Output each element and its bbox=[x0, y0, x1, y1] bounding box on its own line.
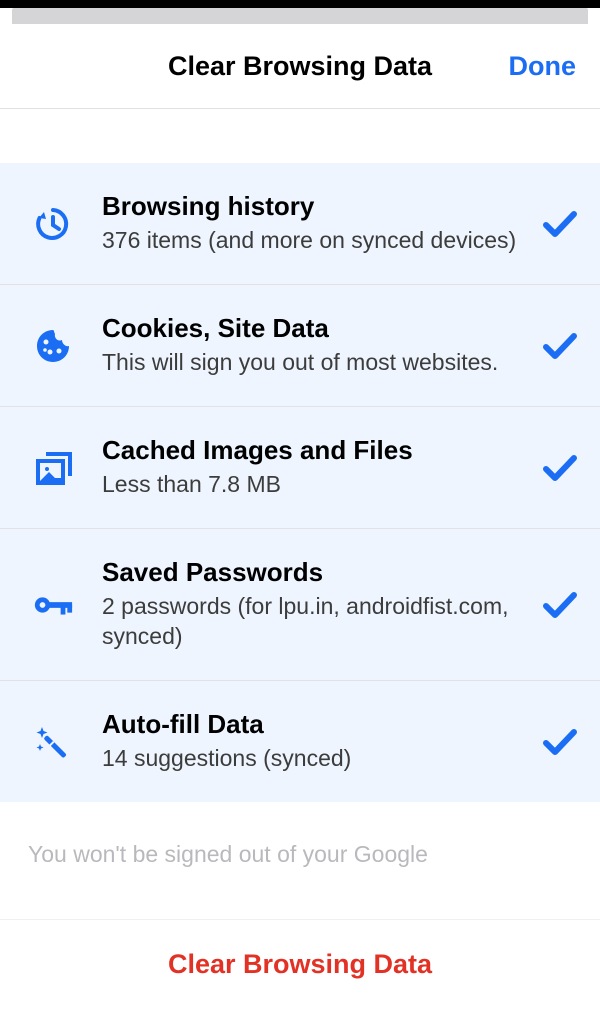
list-item-browsing-history[interactable]: Browsing history 376 items (and more on … bbox=[0, 163, 600, 285]
key-icon bbox=[32, 584, 74, 626]
item-title: Browsing history bbox=[102, 191, 526, 222]
item-subtitle: 2 passwords (for lpu.in, androidfist.com… bbox=[102, 592, 526, 652]
item-subtitle: Less than 7.8 MB bbox=[102, 470, 526, 500]
item-subtitle: This will sign you out of most websites. bbox=[102, 348, 526, 378]
list-item-autofill[interactable]: Auto-fill Data 14 suggestions (synced) bbox=[0, 681, 600, 802]
checkmark-icon bbox=[542, 587, 578, 623]
item-title: Cached Images and Files bbox=[102, 435, 526, 466]
checkmark-icon bbox=[542, 724, 578, 760]
footer-info-text: You won't be signed out of your Google bbox=[0, 802, 600, 870]
bottom-toolbar: Clear Browsing Data bbox=[0, 919, 600, 1009]
item-title: Cookies, Site Data bbox=[102, 313, 526, 344]
list-item-saved-passwords[interactable]: Saved Passwords 2 passwords (for lpu.in,… bbox=[0, 529, 600, 681]
wand-icon bbox=[32, 721, 74, 763]
item-title: Saved Passwords bbox=[102, 557, 526, 588]
checkmark-icon bbox=[542, 328, 578, 364]
list-item-cookies[interactable]: Cookies, Site Data This will sign you ou… bbox=[0, 285, 600, 407]
item-subtitle: 14 suggestions (synced) bbox=[102, 744, 526, 774]
clear-browsing-data-button[interactable]: Clear Browsing Data bbox=[168, 949, 432, 980]
history-icon bbox=[32, 203, 74, 245]
content-area: Browsing history 376 items (and more on … bbox=[0, 109, 600, 1009]
cookie-icon bbox=[32, 325, 74, 367]
page-title: Clear Browsing Data bbox=[168, 51, 432, 82]
list-item-cached-images[interactable]: Cached Images and Files Less than 7.8 MB bbox=[0, 407, 600, 529]
done-button[interactable]: Done bbox=[509, 51, 577, 82]
modal-header: Clear Browsing Data Done bbox=[0, 24, 600, 109]
images-icon bbox=[32, 447, 74, 489]
item-title: Auto-fill Data bbox=[102, 709, 526, 740]
data-type-list: Browsing history 376 items (and more on … bbox=[0, 163, 600, 802]
clear-browsing-data-modal: Clear Browsing Data Done Browsing histor… bbox=[0, 24, 600, 1009]
checkmark-icon bbox=[542, 450, 578, 486]
checkmark-icon bbox=[542, 206, 578, 242]
item-subtitle: 376 items (and more on synced devices) bbox=[102, 226, 526, 256]
